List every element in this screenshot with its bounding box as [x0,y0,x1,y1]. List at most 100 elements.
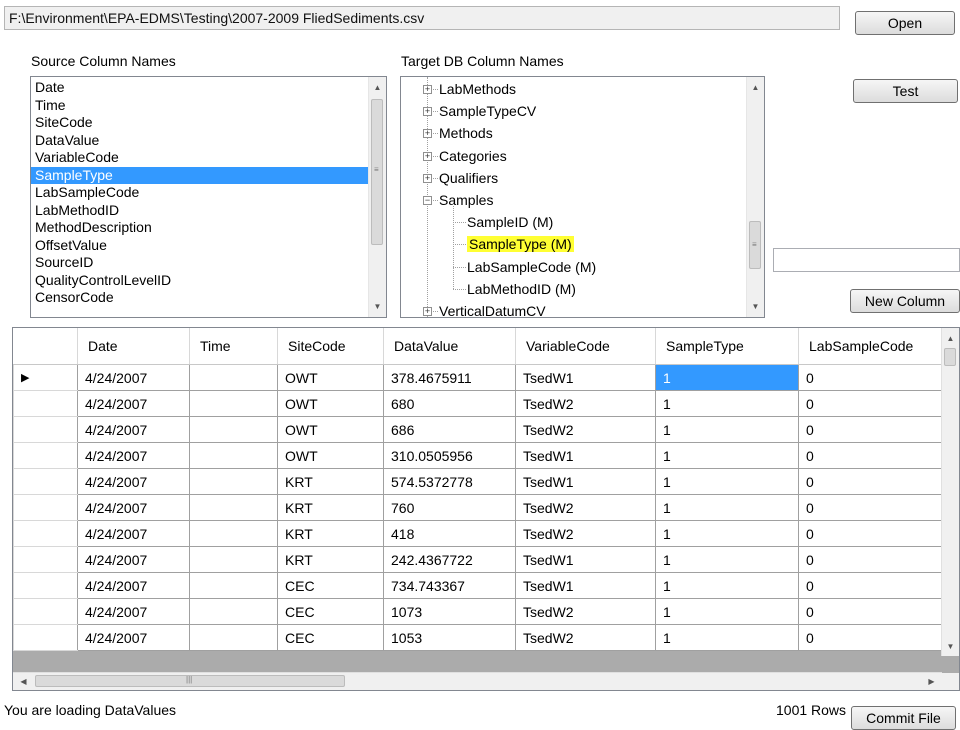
column-header[interactable]: LabSampleCode [798,328,947,365]
scroll-left-arrow-icon[interactable]: ◀ [15,673,32,690]
table-cell[interactable]: 4/24/2007 [77,520,190,547]
table-cell[interactable]: 4/24/2007 [77,364,190,391]
table-row[interactable]: 4/24/2007 KRT 760 TsedW2 1 0 [13,494,947,521]
new-column-input[interactable] [773,248,960,272]
expand-icon[interactable]: + [423,129,432,139]
tree-node[interactable]: Methods [439,123,493,143]
table-cell[interactable]: TsedW1 [515,364,656,391]
table-row[interactable]: 4/24/2007 KRT 242.4367722 TsedW1 1 0 [13,546,947,573]
row-header[interactable] [13,416,78,443]
tree-node[interactable]: LabMethods [439,79,516,99]
table-cell[interactable]: 4/24/2007 [77,442,190,469]
table-cell[interactable]: TsedW1 [515,546,656,573]
collapse-icon[interactable]: − [423,196,432,205]
table-cell[interactable]: KRT [277,520,384,547]
table-cell[interactable]: 310.0505956 [383,442,516,469]
scroll-up-arrow-icon[interactable]: ▲ [369,79,386,96]
row-header[interactable] [13,468,78,495]
table-cell[interactable]: 4/24/2007 [77,572,190,599]
table-cell[interactable]: TsedW2 [515,624,656,651]
table-cell[interactable]: TsedW2 [515,520,656,547]
expand-icon[interactable]: + [423,85,432,94]
table-cell[interactable]: 0 [798,624,947,651]
scroll-down-arrow-icon[interactable]: ▼ [369,298,386,315]
column-header[interactable]: SampleType [655,328,799,365]
row-header[interactable] [13,546,78,573]
tree-child-node[interactable]: LabSampleCode (M) [467,257,596,277]
row-header[interactable] [13,494,78,521]
table-cell[interactable]: TsedW1 [515,572,656,599]
column-header[interactable]: VariableCode [515,328,656,365]
table-cell[interactable]: 0 [798,442,947,469]
table-cell[interactable]: 418 [383,520,516,547]
table-cell[interactable]: 686 [383,416,516,443]
source-column-item[interactable]: DataValue [31,132,368,150]
table-cell[interactable] [189,416,278,443]
table-cell[interactable]: 1 [655,546,799,573]
grid-horizontal-scrollbar[interactable]: ◀ ||| ▶ [13,672,942,690]
table-cell[interactable]: CEC [277,572,384,599]
table-row[interactable]: 4/24/2007 KRT 574.5372778 TsedW1 1 0 [13,468,947,495]
table-cell[interactable]: 574.5372778 [383,468,516,495]
table-cell[interactable]: 378.4675911 [383,364,516,391]
table-cell[interactable] [189,468,278,495]
row-header[interactable] [13,390,78,417]
table-cell[interactable]: TsedW1 [515,468,656,495]
table-cell[interactable]: KRT [277,546,384,573]
table-cell[interactable]: TsedW2 [515,390,656,417]
table-cell[interactable]: 1 [655,468,799,495]
table-cell[interactable]: 4/24/2007 [77,390,190,417]
table-cell[interactable]: 0 [798,390,947,417]
source-column-item[interactable]: LabSampleCode [31,184,368,202]
table-cell[interactable]: TsedW1 [515,442,656,469]
expand-icon[interactable]: + [423,307,432,316]
table-row[interactable]: 4/24/2007 CEC 734.743367 TsedW1 1 0 [13,572,947,599]
tree-node[interactable]: Qualifiers [439,168,498,188]
data-grid[interactable]: Date Time SiteCode DataValue VariableCode Sam… [12,327,960,691]
table-cell[interactable]: 760 [383,494,516,521]
target-columns-tree[interactable]: + LabMethods + SampleTypeCV + Methods + Categor… [400,76,765,318]
table-cell[interactable]: TsedW2 [515,598,656,625]
table-cell[interactable] [189,442,278,469]
expand-icon[interactable]: + [423,173,432,183]
table-cell[interactable] [189,390,278,417]
table-cell[interactable]: KRT [277,494,384,521]
row-header[interactable] [13,598,78,625]
current-row-arrow-icon[interactable]: ▶ [13,364,78,391]
column-header[interactable]: Time [189,328,278,365]
table-cell[interactable]: TsedW2 [515,416,656,443]
table-cell[interactable]: 1 [655,390,799,417]
scroll-thumb[interactable]: ≡ [371,99,383,245]
source-column-item[interactable]: LabMethodID [31,202,368,220]
table-cell[interactable]: 4/24/2007 [77,598,190,625]
source-column-item[interactable]: CensorCode [31,289,368,307]
table-cell[interactable]: 1 [655,442,799,469]
scroll-down-arrow-icon[interactable]: ▼ [747,298,764,315]
table-cell[interactable]: 1073 [383,598,516,625]
table-cell[interactable]: 0 [798,494,947,521]
tree-node[interactable]: SampleTypeCV [439,101,536,121]
table-cell[interactable]: CEC [277,624,384,651]
table-cell[interactable]: 4/24/2007 [77,546,190,573]
table-cell[interactable]: 1053 [383,624,516,651]
target-tree-scrollbar[interactable]: ▲ ≡ ▼ [746,77,764,317]
table-cell[interactable]: 4/24/2007 [77,624,190,651]
tree-node[interactable]: Samples [439,190,493,210]
expand-icon[interactable]: + [423,107,432,117]
source-column-item[interactable]: QualityControlLevelID [31,272,368,290]
test-button[interactable]: Test [853,79,958,103]
table-cell[interactable]: TsedW2 [515,494,656,521]
table-cell[interactable] [189,364,278,391]
table-cell[interactable]: 1 [655,624,799,651]
table-cell[interactable] [189,572,278,599]
table-cell[interactable]: OWT [277,390,384,417]
table-cell[interactable]: OWT [277,364,384,391]
table-row[interactable]: ▶ 4/24/2007 OWT 378.4675911 TsedW1 1 0 [13,364,947,391]
scroll-up-arrow-icon[interactable]: ▲ [942,330,959,347]
open-button[interactable]: Open [855,11,955,35]
table-row[interactable]: 4/24/2007 KRT 418 TsedW2 1 0 [13,520,947,547]
table-cell[interactable] [189,520,278,547]
table-cell[interactable]: 680 [383,390,516,417]
source-column-item[interactable]: MethodDescription [31,219,368,237]
source-columns-listbox[interactable]: Date Time SiteCode DataValue VariableCode Sam… [30,76,387,318]
